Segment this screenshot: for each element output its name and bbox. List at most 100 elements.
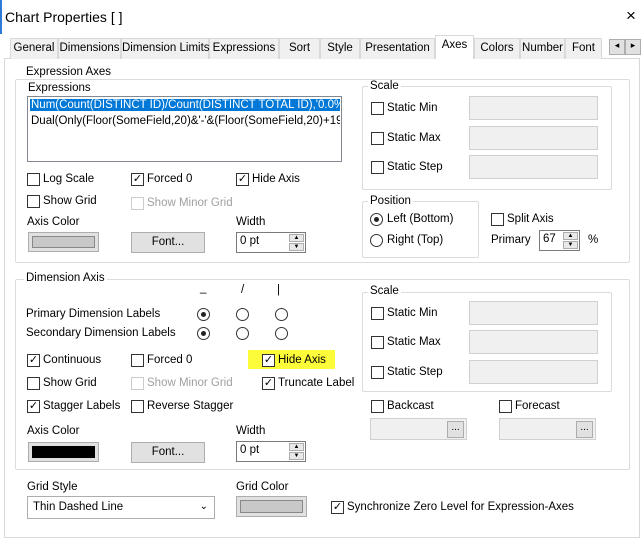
spin-up-icon[interactable]: ▲ <box>289 443 304 451</box>
tab-style[interactable]: Style <box>320 38 360 59</box>
forecast-input[interactable]: ... <box>499 418 596 440</box>
backcast-ellipsis-button[interactable]: ... <box>447 421 464 438</box>
expr-static-max-label: Static Max <box>387 132 441 144</box>
spin-down-icon[interactable]: ▼ <box>289 452 304 460</box>
dim-static-min-input[interactable] <box>469 301 598 325</box>
spin-down-icon[interactable]: ▼ <box>563 241 578 249</box>
primary-dim-labels-label: Primary Dimension Labels <box>26 308 161 320</box>
expression-item[interactable]: Dual(Only(Floor(SomeField,20)&'-'&(Floor… <box>30 115 340 127</box>
expression-item[interactable]: Num(Count(DISTINCT ID)/Count(DISTINCT TO… <box>30 99 340 111</box>
reverse-stagger-checkbox[interactable] <box>131 400 144 413</box>
dim-hide-axis-label: Hide Axis <box>278 354 326 366</box>
primary-horizontal-radio[interactable] <box>197 308 210 321</box>
forecast-label: Forecast <box>515 400 560 412</box>
tab-expressions[interactable]: Expressions <box>209 38 279 59</box>
expr-axis-color-label: Axis Color <box>27 216 80 228</box>
log-scale-checkbox[interactable] <box>27 173 40 186</box>
dim-show-grid-checkbox[interactable] <box>27 377 40 390</box>
dim-static-step-checkbox[interactable] <box>371 366 384 379</box>
grid-color-label: Grid Color <box>236 481 289 493</box>
truncate-label-label: Truncate Label <box>278 377 355 389</box>
reverse-stagger-label: Reverse Stagger <box>147 400 234 412</box>
position-left-radio[interactable] <box>370 213 383 226</box>
spin-up-icon[interactable]: ▲ <box>563 232 578 240</box>
backcast-input[interactable]: ... <box>370 418 467 440</box>
backcast-checkbox[interactable] <box>371 400 384 413</box>
orient-diagonal-header: / <box>241 284 245 296</box>
spin-up-icon[interactable]: ▲ <box>289 234 304 242</box>
dim-forced0-label: Forced 0 <box>147 354 193 366</box>
primary-diagonal-radio[interactable] <box>236 308 249 321</box>
dim-scale-label: Scale <box>368 285 401 297</box>
dim-hide-axis-checkbox[interactable]: ✓ <box>262 354 275 367</box>
dim-static-max-input[interactable] <box>469 330 598 354</box>
stagger-labels-checkbox[interactable]: ✓ <box>27 400 40 413</box>
tab-general[interactable]: General <box>10 38 58 59</box>
forecast-ellipsis-button[interactable]: ... <box>576 421 593 438</box>
tab-dimension-limits[interactable]: Dimension Limits <box>121 38 210 59</box>
tab-sort[interactable]: Sort <box>279 38 320 59</box>
truncate-label-checkbox[interactable]: ✓ <box>262 377 275 390</box>
forecast-checkbox[interactable] <box>499 400 512 413</box>
tab-dimensions[interactable]: Dimensions <box>58 38 121 59</box>
position-right-radio[interactable] <box>370 234 383 247</box>
tab-colors[interactable]: Colors <box>474 38 520 59</box>
close-icon[interactable]: × <box>626 6 636 26</box>
expr-width-value: 0 pt <box>240 235 260 247</box>
position-right-label: Right (Top) <box>387 234 444 246</box>
tab-font[interactable]: Font <box>565 38 602 59</box>
dim-static-min-checkbox[interactable] <box>371 307 384 320</box>
tab-presentation[interactable]: Presentation <box>360 38 435 59</box>
tab-axes[interactable]: Axes <box>435 35 474 59</box>
dim-static-step-label: Static Step <box>387 366 443 378</box>
dim-width-spinner[interactable]: 0 pt ▲ ▼ <box>236 441 306 462</box>
expr-show-minor-grid-checkbox <box>131 197 144 210</box>
tab-scroll-right-icon[interactable]: ▸ <box>625 39 641 55</box>
secondary-diagonal-radio[interactable] <box>236 327 249 340</box>
continuous-checkbox[interactable]: ✓ <box>27 354 40 367</box>
grid-style-value: Thin Dashed Line <box>33 501 124 513</box>
grid-style-select[interactable]: Thin Dashed Line ⌄ <box>27 496 215 519</box>
orient-horizontal-header: _ <box>200 282 207 294</box>
sync-zero-checkbox[interactable]: ✓ <box>331 501 344 514</box>
color-swatch <box>32 236 95 248</box>
color-swatch <box>240 500 303 513</box>
primary-spinner[interactable]: 67 ▲ ▼ <box>539 230 580 251</box>
sync-zero-label: Synchronize Zero Level for Expression-Ax… <box>347 501 574 513</box>
expr-forced0-checkbox[interactable]: ✓ <box>131 173 144 186</box>
expr-static-step-checkbox[interactable] <box>371 161 384 174</box>
position-group <box>362 201 479 258</box>
expr-font-button[interactable]: Font... <box>131 232 205 253</box>
expressions-listbox[interactable]: Num(Count(DISTINCT ID)/Count(DISTINCT TO… <box>27 96 342 162</box>
secondary-dim-labels-label: Secondary Dimension Labels <box>26 327 176 339</box>
secondary-vertical-radio[interactable] <box>275 327 288 340</box>
spin-down-icon[interactable]: ▼ <box>289 243 304 251</box>
expr-static-min-checkbox[interactable] <box>371 102 384 115</box>
primary-vertical-radio[interactable] <box>275 308 288 321</box>
expr-static-step-input[interactable] <box>469 155 598 179</box>
expr-show-grid-checkbox[interactable] <box>27 195 40 208</box>
expr-static-max-checkbox[interactable] <box>371 132 384 145</box>
tab-number[interactable]: Number <box>520 38 565 59</box>
grid-color-button[interactable] <box>236 496 307 517</box>
expr-static-max-input[interactable] <box>469 126 598 150</box>
expr-axis-color-button[interactable] <box>28 232 99 252</box>
dim-axis-color-label: Axis Color <box>27 425 80 437</box>
window-title: Chart Properties [ ] <box>5 9 123 25</box>
dim-static-max-checkbox[interactable] <box>371 336 384 349</box>
tab-scroll-left-icon[interactable]: ◂ <box>609 39 625 55</box>
dim-static-step-input[interactable] <box>469 360 598 384</box>
position-left-label: Left (Bottom) <box>387 213 454 225</box>
expr-hide-axis-checkbox[interactable]: ✓ <box>236 173 249 186</box>
expr-width-spinner[interactable]: 0 pt ▲ ▼ <box>236 232 306 253</box>
secondary-horizontal-radio[interactable] <box>197 327 210 340</box>
dim-axis-color-button[interactable] <box>28 442 99 462</box>
expression-axes-label: Expression Axes <box>24 66 114 78</box>
split-axis-checkbox[interactable] <box>491 213 504 226</box>
dim-font-button[interactable]: Font... <box>131 442 205 463</box>
orient-vertical-header: | <box>277 284 280 296</box>
backcast-label: Backcast <box>387 400 434 412</box>
expr-static-min-input[interactable] <box>469 96 598 120</box>
dim-forced0-checkbox[interactable] <box>131 354 144 367</box>
dimension-axis-label: Dimension Axis <box>24 272 107 284</box>
